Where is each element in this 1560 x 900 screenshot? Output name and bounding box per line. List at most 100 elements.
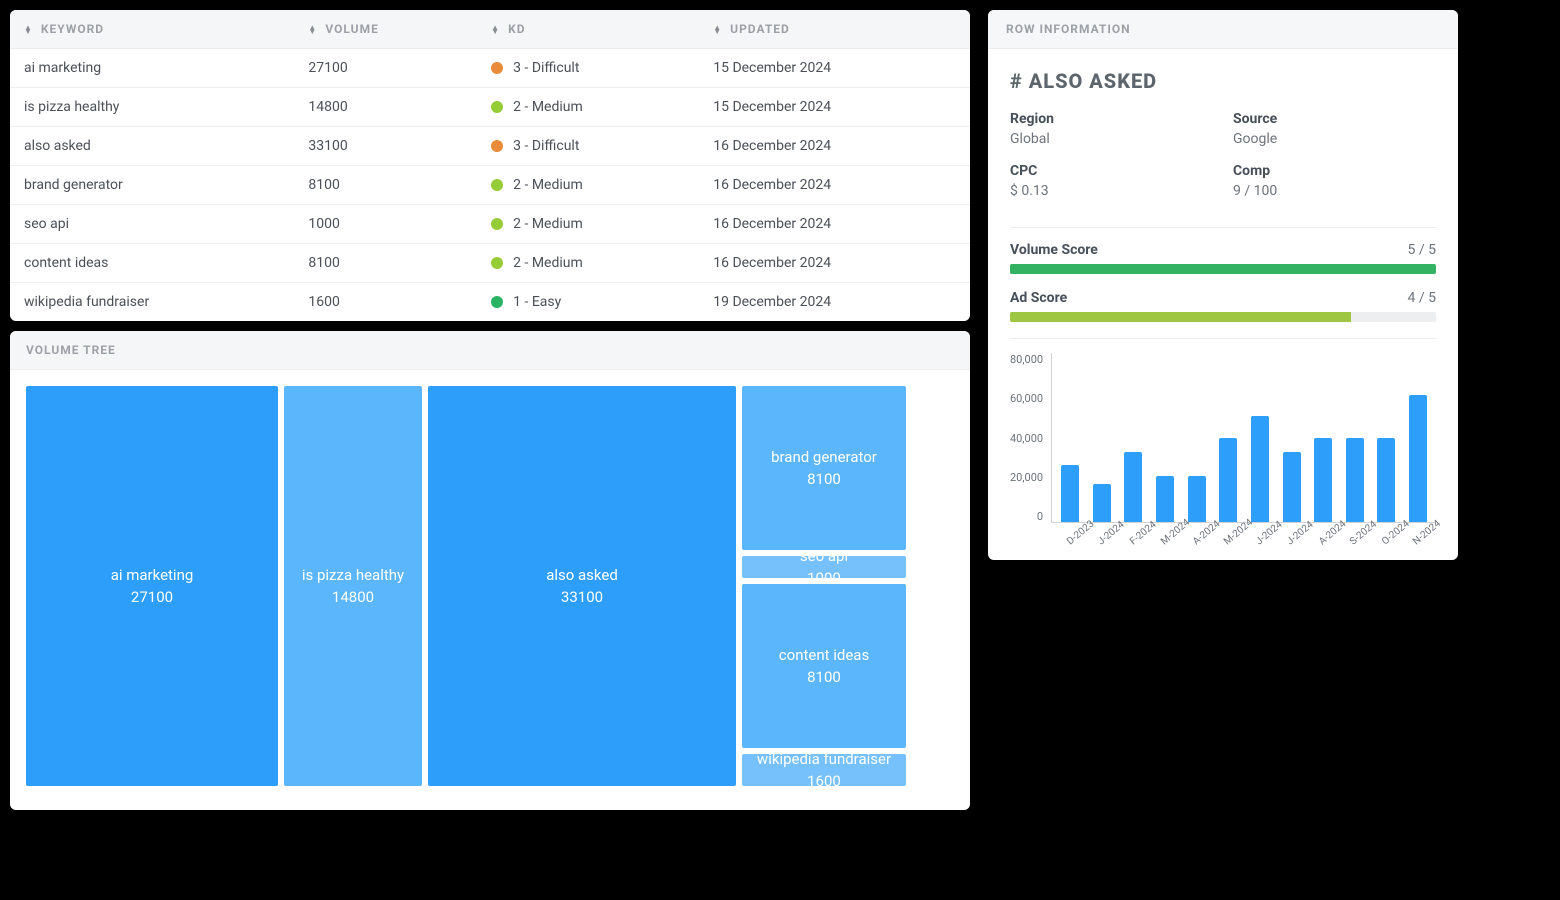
cell-volume: 1000 [294, 205, 477, 244]
treemap-cell-label: brand generator [771, 448, 877, 466]
treemap-cell-label: content ideas [779, 646, 869, 664]
treemap-cell-label: is pizza healthy [302, 566, 404, 584]
x-tick-label: M-2024 [1159, 527, 1180, 547]
treemap-cell-value: 8100 [807, 470, 841, 488]
volume-score-value: 5 / 5 [1408, 242, 1436, 258]
volume-score-bar [1010, 264, 1436, 274]
table-row[interactable]: ai marketing271003 - Difficult15 Decembe… [10, 49, 970, 88]
difficulty-dot-icon [491, 257, 503, 269]
treemap-cell-label: ai marketing [111, 566, 194, 584]
treemap-cell[interactable]: content ideas 8100 [742, 584, 906, 748]
chart-bar[interactable] [1314, 438, 1332, 523]
difficulty-dot-icon [491, 218, 503, 230]
treemap-cell[interactable]: ai marketing 27100 [26, 386, 278, 786]
table-row[interactable]: seo api10002 - Medium16 December 2024 [10, 205, 970, 244]
col-header-label: Volume [325, 22, 379, 36]
y-tick-label: 80,000 [1010, 353, 1043, 366]
treemap-cell[interactable]: is pizza healthy14800 [284, 386, 422, 786]
region-label: Region [1010, 111, 1213, 127]
col-header-keyword[interactable]: ▲▼ Keyword [10, 10, 294, 49]
x-tick-label: J-2024 [1096, 527, 1117, 547]
cell-updated: 15 December 2024 [699, 88, 970, 127]
x-tick-label: N-2024 [1411, 527, 1432, 547]
x-tick-label: D-2023 [1065, 527, 1086, 547]
table-row[interactable]: wikipedia fundraiser16001 - Easy19 Decem… [10, 283, 970, 322]
difficulty-dot-icon [491, 296, 503, 308]
chart-bar[interactable] [1188, 476, 1206, 522]
cell-updated: 16 December 2024 [699, 205, 970, 244]
treemap-cell[interactable]: brand generator 8100 [742, 386, 906, 550]
difficulty-dot-icon [491, 62, 503, 74]
chart-bar[interactable] [1219, 438, 1237, 523]
chart-bar[interactable] [1124, 452, 1142, 522]
chart-bar[interactable] [1283, 452, 1301, 522]
divider [1010, 338, 1436, 339]
x-tick-label: F-2024 [1128, 527, 1149, 547]
treemap-cell-value: 33100 [561, 588, 603, 606]
cell-updated: 16 December 2024 [699, 166, 970, 205]
ad-score-label: Ad Score [1010, 290, 1067, 306]
x-tick-label: S-2024 [1348, 527, 1369, 547]
table-row[interactable]: brand generator81002 - Medium16 December… [10, 166, 970, 205]
chart-bar[interactable] [1346, 438, 1364, 523]
x-tick-label: J-2024 [1285, 527, 1306, 547]
comp-label: Comp [1233, 163, 1436, 179]
source-label: Source [1233, 111, 1436, 127]
cell-updated: 15 December 2024 [699, 49, 970, 88]
cell-kd: 2 - Medium [477, 244, 699, 283]
chart-bar[interactable] [1251, 416, 1269, 522]
cell-updated: 19 December 2024 [699, 283, 970, 322]
panel-header: Row Information [988, 10, 1458, 49]
x-tick-label: O-2024 [1380, 527, 1401, 547]
cell-keyword: is pizza healthy [10, 88, 294, 127]
treemap-cell-label: wikipedia fundraiser [757, 750, 891, 768]
source-value: Google [1233, 131, 1436, 147]
table-row[interactable]: also asked331003 - Difficult16 December … [10, 127, 970, 166]
treemap-cell-label: seo api [800, 547, 848, 565]
treemap-cell-value: 1600 [807, 772, 841, 790]
sort-icon: ▲▼ [24, 26, 33, 34]
col-header-label: KD [508, 22, 525, 36]
chart-bar[interactable] [1377, 438, 1395, 523]
cell-keyword: content ideas [10, 244, 294, 283]
cell-keyword: seo api [10, 205, 294, 244]
col-header-updated[interactable]: ▲▼Updated [699, 10, 970, 49]
cell-updated: 16 December 2024 [699, 127, 970, 166]
sort-icon: ▲▼ [713, 26, 722, 34]
cpc-label: CPC [1010, 163, 1213, 179]
cell-volume: 33100 [294, 127, 477, 166]
difficulty-dot-icon [491, 101, 503, 113]
cell-volume: 1600 [294, 283, 477, 322]
chart-bar[interactable] [1409, 395, 1427, 522]
treemap-cell-label: also asked [546, 566, 618, 584]
chart-bar[interactable] [1156, 476, 1174, 522]
row-info-title: # Also Asked [1010, 69, 1436, 93]
treemap-cell[interactable]: wikipedia fundraiser1600 [742, 754, 906, 786]
table-row[interactable]: is pizza healthy148002 - Medium15 Decemb… [10, 88, 970, 127]
cell-volume: 8100 [294, 244, 477, 283]
cpc-value: $ 0.13 [1010, 183, 1213, 199]
treemap-cell[interactable]: seo api1000 [742, 556, 906, 578]
col-header-label: Keyword [41, 22, 104, 36]
cell-kd: 2 - Medium [477, 88, 699, 127]
col-header-volume[interactable]: ▲▼Volume [294, 10, 477, 49]
table-row[interactable]: content ideas81002 - Medium16 December 2… [10, 244, 970, 283]
cell-keyword: brand generator [10, 166, 294, 205]
cell-kd: 3 - Difficult [477, 49, 699, 88]
chart-bar[interactable] [1061, 465, 1079, 522]
divider [1010, 227, 1436, 228]
cell-keyword: also asked [10, 127, 294, 166]
y-tick-label: 60,000 [1010, 392, 1043, 405]
chart-bar[interactable] [1093, 484, 1111, 522]
row-info-panel: Row Information # Also Asked Region Glob… [988, 10, 1458, 560]
x-tick-label: M-2024 [1222, 527, 1243, 547]
sort-icon: ▲▼ [491, 26, 500, 34]
keyword-table: ▲▼Keyword ▲▼Volume ▲▼KD ▲▼Updated ai mar… [10, 10, 970, 321]
col-header-kd[interactable]: ▲▼ KD [477, 10, 699, 49]
treemap-cell[interactable]: also asked 33100 [428, 386, 736, 786]
volume-tree-panel: Volume Tree ai marketing27100is pizza he… [10, 331, 970, 810]
treemap-cell-value: 27100 [131, 588, 173, 606]
y-tick-label: 40,000 [1010, 432, 1043, 445]
difficulty-dot-icon [491, 140, 503, 152]
treemap-cell-value: 8100 [807, 668, 841, 686]
